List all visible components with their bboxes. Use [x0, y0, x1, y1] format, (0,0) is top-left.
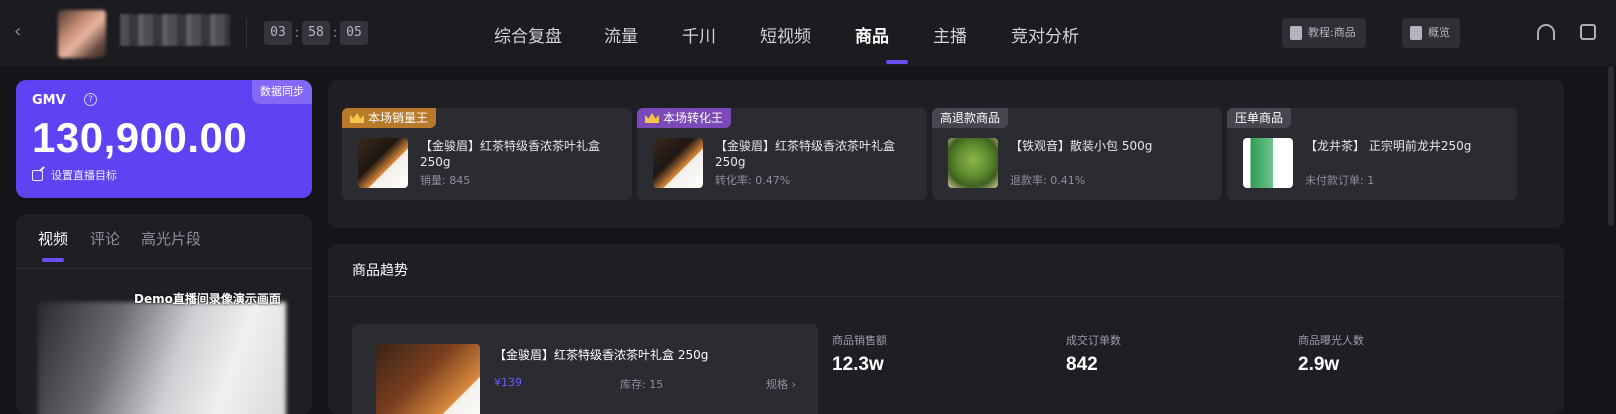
timer-colon: :	[332, 25, 338, 41]
tab-short-video[interactable]: 短视频	[760, 22, 811, 47]
divider	[328, 296, 1564, 297]
live-timer: 03 : 58 : 05	[264, 21, 368, 45]
timer-seconds: 05	[340, 21, 368, 45]
section-title: 商品趋势	[352, 263, 408, 279]
tutorial-label: 教程:商品	[1308, 26, 1356, 39]
product-stock: 库存: 15	[620, 378, 664, 391]
kpi-sales-amount: 商品销售额 12.3w	[832, 332, 887, 376]
tutorial-button[interactable]: 教程:商品	[1282, 18, 1366, 48]
badge-high-refund: 高退款商品	[932, 108, 1009, 128]
product-metric: 退款率: 0.41%	[1010, 174, 1086, 187]
active-tab-indicator	[42, 258, 64, 262]
video-player[interactable]	[38, 302, 286, 414]
tab-overview-review[interactable]: 综合复盘	[494, 22, 562, 47]
scrollbar[interactable]	[1608, 66, 1614, 226]
kpi-label: 商品曝光人数	[1298, 334, 1364, 347]
goods-highlight-panel: 本场销量王 【金骏眉】红茶特级香浓茶叶礼盒250g 销量: 845 本场转化王 …	[328, 80, 1564, 228]
edit-icon	[32, 169, 43, 181]
overview-button[interactable]: 概览	[1402, 18, 1460, 48]
product-title: 【金骏眉】红茶特级香浓茶叶礼盒 250g	[494, 348, 709, 362]
kpi-label: 成交订单数	[1066, 334, 1121, 347]
video-caption: Demo直播间录像演示画面	[134, 292, 281, 306]
crown-icon	[645, 113, 659, 123]
product-metric: 未付款订单: 1	[1305, 174, 1375, 187]
product-title: 【龙井茶】 正宗明前龙井250g	[1305, 139, 1472, 153]
set-target-label: 设置直播目标	[51, 169, 117, 182]
product-title: 【金骏眉】红茶特级香浓茶叶礼盒250g	[420, 139, 601, 169]
product-trend-panel: 商品趋势 【金骏眉】红茶特级香浓茶叶礼盒 250g ¥139 库存: 15 规格…	[328, 244, 1564, 414]
video-panel: 视频 评论 高光片段 Demo直播间录像演示画面	[16, 214, 312, 414]
product-metric: 销量: 845	[420, 174, 471, 187]
overview-label: 概览	[1428, 26, 1450, 39]
kpi-order-count: 成交订单数 842	[1066, 332, 1121, 376]
tab-qianchuan[interactable]: 千川	[682, 22, 716, 47]
kpi-value: 842	[1066, 354, 1098, 375]
timer-colon: :	[294, 25, 300, 41]
selected-product-card[interactable]: 【金骏眉】红茶特级香浓茶叶礼盒 250g ¥139 库存: 15 规格 ›	[352, 324, 818, 414]
divider	[246, 18, 247, 48]
data-sync-badge[interactable]: 数据同步	[252, 80, 312, 104]
kpi-value: 12.3w	[832, 354, 884, 375]
goods-card-pending-orders[interactable]: 压单商品 【龙井茶】 正宗明前龙井250g 未付款订单: 1	[1227, 108, 1517, 200]
gmv-card: GMV ? 数据同步 130,900.00 设置直播目标	[16, 80, 312, 198]
badge-pending-orders: 压单商品	[1227, 108, 1292, 128]
goods-card-top-conversion[interactable]: 本场转化王 【金骏眉】红茶特级香浓茶叶礼盒250g 转化率: 0.47%	[637, 108, 927, 200]
badge-label: 本场转化王	[663, 111, 724, 125]
timer-hours: 03	[264, 21, 292, 45]
goods-card-top-sales[interactable]: 本场销量王 【金骏眉】红茶特级香浓茶叶礼盒250g 销量: 845	[342, 108, 632, 200]
badge-top-conversion: 本场转化王	[637, 108, 732, 128]
spec-link[interactable]: 规格 ›	[766, 376, 796, 392]
help-icon[interactable]: ?	[84, 93, 97, 106]
product-metric: 转化率: 0.47%	[715, 174, 791, 187]
active-tab-indicator	[886, 60, 908, 64]
badge-label: 本场销量王	[368, 111, 429, 125]
tab-anchor[interactable]: 主播	[933, 22, 967, 47]
headset-icon[interactable]	[1537, 24, 1555, 40]
product-thumbnail	[358, 138, 408, 188]
tab-competitor-analysis[interactable]: 竞对分析	[1011, 22, 1079, 47]
product-title: 【金骏眉】红茶特级香浓茶叶礼盒250g	[715, 139, 896, 169]
badge-top-sales: 本场销量王	[342, 108, 437, 128]
kpi-value: 2.9w	[1298, 354, 1340, 375]
kpi-label: 商品销售额	[832, 334, 887, 347]
gmv-label: GMV	[32, 93, 66, 108]
crown-icon	[350, 113, 364, 123]
document-icon	[1290, 26, 1302, 40]
set-target-link[interactable]: 设置直播目标	[32, 167, 117, 183]
divider	[16, 268, 312, 269]
product-price: ¥139	[494, 376, 522, 389]
kpi-exposure-users: 商品曝光人数 2.9w	[1298, 332, 1364, 376]
top-bar: ‹ 03 : 58 : 05 综合复盘 流量 千川 短视频 商品 主播 竞对分析…	[0, 0, 1616, 66]
gmv-value: 130,900.00	[32, 114, 248, 161]
badge-label: 压单商品	[1235, 111, 1284, 125]
product-thumbnail	[1243, 138, 1293, 188]
tab-comments[interactable]: 评论	[90, 228, 120, 249]
chart-icon	[1410, 26, 1422, 40]
streamer-name-blurred	[120, 14, 230, 46]
fullscreen-icon[interactable]	[1580, 24, 1596, 40]
product-thumbnail	[948, 138, 998, 188]
product-title: 【铁观音】散装小包 500g	[1010, 139, 1153, 153]
goods-card-high-refund[interactable]: 高退款商品 【铁观音】散装小包 500g 退款率: 0.41%	[932, 108, 1222, 200]
badge-label: 高退款商品	[940, 111, 1001, 125]
timer-minutes: 58	[302, 21, 330, 45]
back-arrow-icon[interactable]: ‹	[14, 22, 34, 42]
product-thumbnail	[376, 344, 480, 414]
tab-traffic[interactable]: 流量	[604, 22, 638, 47]
tab-highlights[interactable]: 高光片段	[141, 228, 201, 249]
tab-video[interactable]: 视频	[38, 228, 68, 249]
tab-products[interactable]: 商品	[855, 22, 889, 47]
product-thumbnail	[653, 138, 703, 188]
avatar	[58, 10, 106, 58]
